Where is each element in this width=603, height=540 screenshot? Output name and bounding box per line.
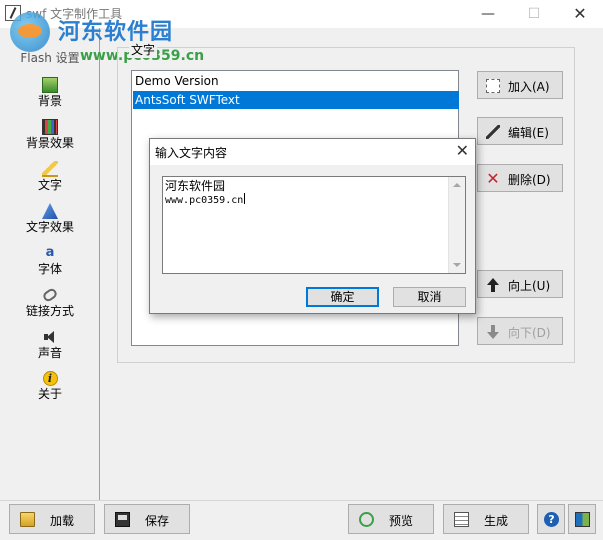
- load-button-label: 加载: [50, 514, 75, 528]
- sidebar-item-flash-settings[interactable]: Flash 设置: [0, 50, 100, 65]
- cancel-button[interactable]: 取消: [393, 287, 466, 307]
- add-button-label: 加入(A): [508, 80, 550, 94]
- text-effect-icon: [42, 203, 58, 219]
- sidebar-item-label: 关于: [37, 387, 62, 401]
- move-up-button[interactable]: 向上(U): [477, 270, 563, 298]
- scroll-down-icon[interactable]: [453, 263, 461, 267]
- dialog-close-button[interactable]: ✕: [456, 141, 469, 160]
- background-effect-icon: [42, 119, 58, 135]
- sidebar-item-label: 背景效果: [25, 136, 74, 150]
- background-icon: [42, 77, 58, 93]
- dialog-title-bar: 输入文字内容 ✕: [150, 139, 475, 165]
- help-icon: ?: [544, 512, 559, 527]
- delete-button[interactable]: ✕ 删除(D): [477, 164, 563, 192]
- about-icon: i: [42, 371, 58, 386]
- minimize-button[interactable]: —: [465, 0, 511, 28]
- document-icon: [454, 512, 469, 527]
- sidebar-item-label: 声音: [37, 346, 62, 360]
- scroll-up-icon[interactable]: [453, 183, 461, 187]
- arrow-down-icon: [486, 325, 500, 339]
- floppy-disk-icon: [115, 512, 130, 527]
- textarea-line-with-caret: www.pc0359.cn: [165, 193, 246, 208]
- move-down-button[interactable]: 向下(D): [477, 317, 563, 345]
- pencil-icon: [486, 125, 500, 139]
- exit-button[interactable]: [568, 504, 596, 534]
- save-button[interactable]: 保存: [104, 504, 190, 534]
- input-text-dialog: 输入文字内容 ✕ 河东软件园 www.pc0359.cn 确定 取消: [149, 138, 476, 314]
- textarea-line-text: www.pc0359.cn: [165, 195, 244, 206]
- refresh-icon: [359, 512, 374, 527]
- font-icon: a: [45, 245, 55, 260]
- app-icon: [5, 5, 21, 21]
- move-down-button-label: 向下(D): [508, 326, 551, 340]
- sidebar-item-link[interactable]: 链接方式: [0, 286, 100, 318]
- text-caret: [244, 193, 246, 204]
- sidebar-item-text[interactable]: 文字: [0, 161, 100, 192]
- add-icon: [486, 79, 500, 93]
- save-button-label: 保存: [145, 514, 170, 528]
- add-button[interactable]: 加入(A): [477, 71, 563, 99]
- sidebar-item-label: 字体: [37, 262, 62, 276]
- sidebar-item-text-effect[interactable]: 文字效果: [0, 203, 100, 234]
- sidebar-item-font[interactable]: a 字体: [0, 245, 100, 276]
- move-up-button-label: 向上(U): [508, 279, 551, 293]
- sidebar-item-background-effect[interactable]: 背景效果: [0, 119, 100, 150]
- sidebar-item-label: 链接方式: [25, 304, 74, 318]
- help-button[interactable]: ?: [537, 504, 565, 534]
- folder-open-icon: [20, 512, 35, 527]
- edit-button[interactable]: 编辑(E): [477, 117, 563, 145]
- edit-button-label: 编辑(E): [508, 126, 549, 140]
- sidebar-item-label: 背景: [37, 94, 62, 108]
- ok-button[interactable]: 确定: [306, 287, 379, 307]
- generate-button[interactable]: 生成: [443, 504, 529, 534]
- list-item[interactable]: Demo Version: [133, 72, 459, 90]
- delete-button-label: 删除(D): [508, 173, 551, 187]
- textarea-line: 河东软件园: [165, 179, 226, 193]
- load-button[interactable]: 加载: [9, 504, 95, 534]
- sidebar-item-background[interactable]: 背景: [0, 77, 100, 108]
- sidebar-item-about[interactable]: i 关于: [0, 371, 100, 401]
- sidebar: Flash 设置 背景 背景效果 文字 文字效果 a 字体 链接方式 声音 i …: [0, 28, 100, 500]
- text-content-textarea[interactable]: 河东软件园 www.pc0359.cn: [162, 176, 466, 274]
- close-button[interactable]: ✕: [557, 0, 603, 28]
- sidebar-item-label: 文字: [37, 178, 62, 192]
- text-icon: [42, 161, 58, 177]
- list-item-selected[interactable]: AntsSoft SWFText: [133, 91, 459, 109]
- group-label: 文字: [129, 41, 158, 58]
- sound-icon: [42, 329, 58, 345]
- arrow-up-icon: [486, 278, 500, 292]
- exit-icon: [575, 512, 590, 527]
- window-title: swf 文字制作工具: [26, 7, 123, 21]
- title-bar: swf 文字制作工具 — ☐ ✕: [0, 0, 603, 28]
- sidebar-item-label: 文字效果: [25, 220, 74, 234]
- preview-button-label: 预览: [389, 514, 414, 528]
- link-icon: [41, 286, 59, 304]
- delete-icon: ✕: [486, 169, 500, 188]
- sidebar-item-sound[interactable]: 声音: [0, 329, 100, 360]
- preview-button[interactable]: 预览: [348, 504, 434, 534]
- sidebar-item-label: Flash 设置: [20, 51, 80, 65]
- dialog-title: 输入文字内容: [155, 146, 228, 160]
- textarea-scrollbar[interactable]: [448, 177, 465, 273]
- generate-button-label: 生成: [484, 514, 509, 528]
- maximize-button: ☐: [527, 6, 541, 22]
